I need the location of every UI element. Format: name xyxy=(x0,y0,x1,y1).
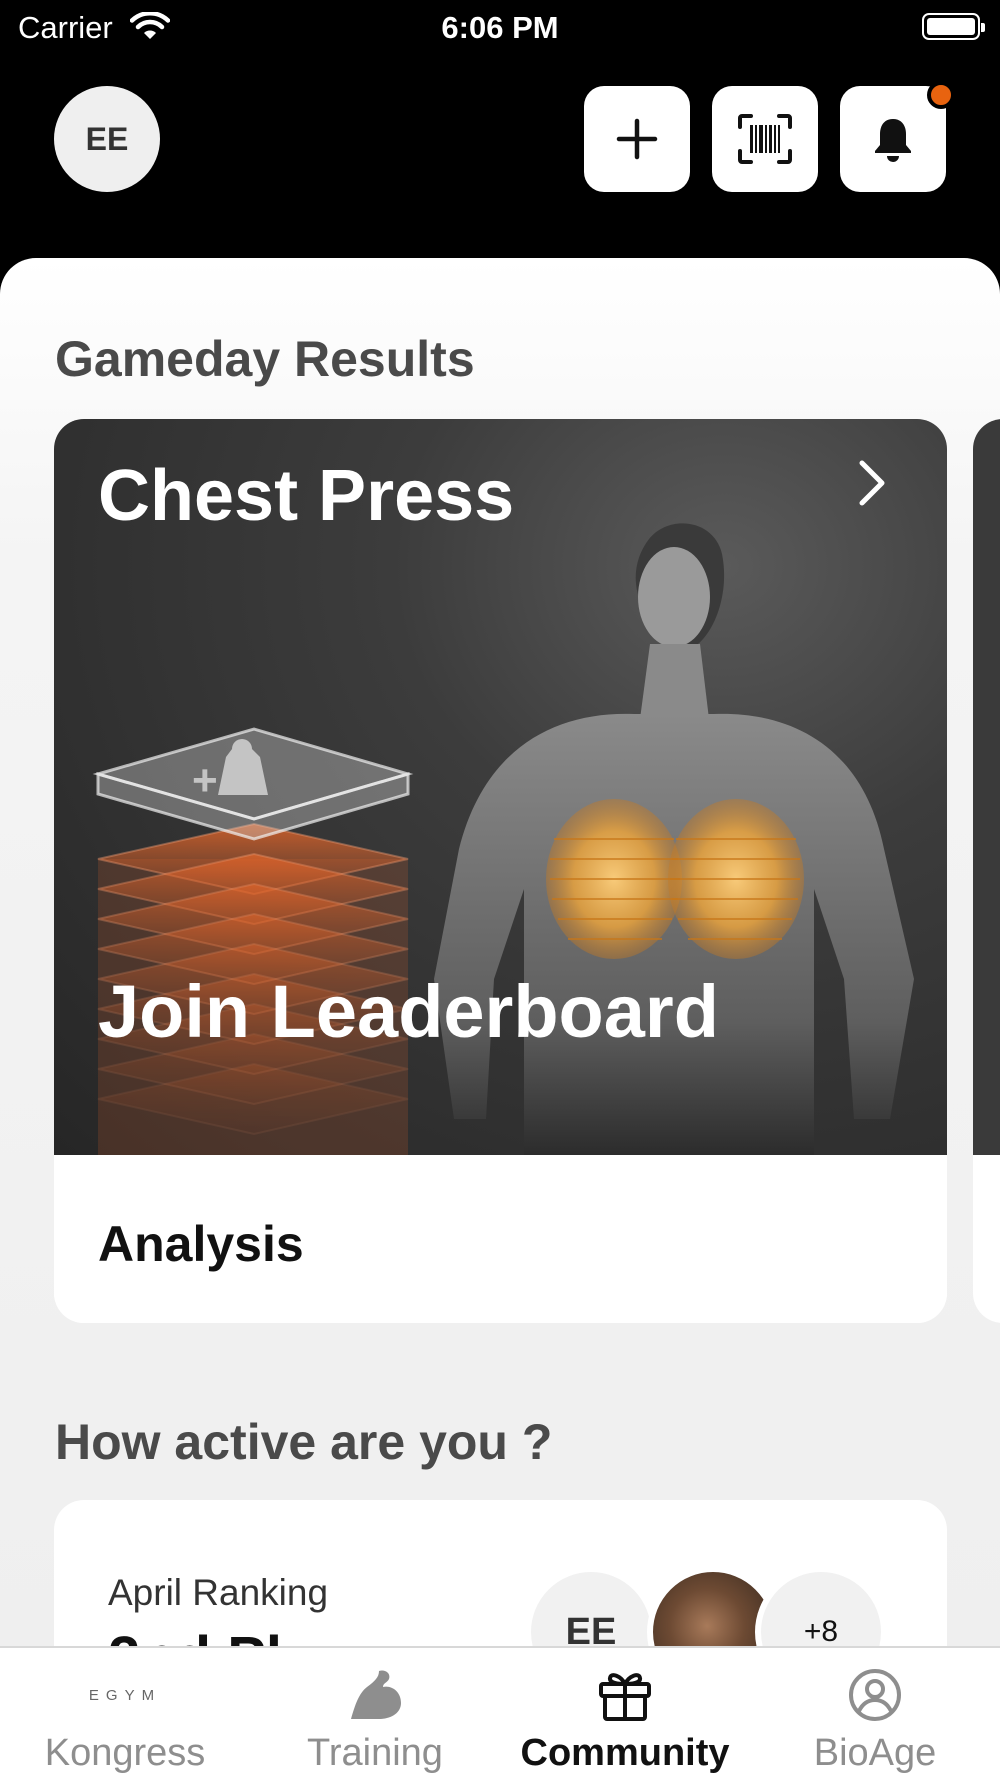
join-leaderboard-cta[interactable]: Join Leaderboard xyxy=(98,969,719,1054)
weight-stack-graphic: + xyxy=(92,727,414,1155)
more-members-count: +8 xyxy=(803,1615,839,1646)
gift-icon xyxy=(599,1673,651,1721)
battery-icon xyxy=(922,13,985,40)
gameday-section-title: Gameday Results xyxy=(55,331,475,387)
tab-bioage[interactable]: BioAge xyxy=(750,1648,1000,1778)
activity-ranking-card[interactable]: April Ranking 2nd Pl EE +8 xyxy=(54,1500,947,1646)
analysis-label: Analysis xyxy=(98,1216,304,1272)
avatar-initials: EE xyxy=(85,120,129,157)
tab-label-training: Training xyxy=(307,1732,443,1774)
status-time: 6:06 PM xyxy=(441,10,559,45)
member-initials: EE xyxy=(565,1610,617,1647)
bell-icon xyxy=(875,119,911,162)
scan-button[interactable] xyxy=(712,86,818,192)
athlete-figure xyxy=(434,523,914,1155)
card-footer[interactable]: Analysis xyxy=(54,1155,947,1323)
card-title: Chest Press xyxy=(98,456,515,536)
tab-label-kongress: Kongress xyxy=(44,1732,206,1774)
next-gameday-card-peek[interactable] xyxy=(973,419,1000,1323)
add-button[interactable] xyxy=(584,86,690,192)
card-hero-image: + Chest Press Join Leaderboard xyxy=(54,419,947,1155)
flexed-arm-icon xyxy=(351,1670,401,1719)
member-avatar-ee: EE xyxy=(525,1566,657,1646)
tab-label-community: Community xyxy=(520,1732,730,1774)
tab-training[interactable]: Training xyxy=(250,1648,500,1778)
tab-community[interactable]: Community xyxy=(500,1648,750,1778)
svg-text:+: + xyxy=(192,756,218,805)
status-bar: Carrier 6:06 PM xyxy=(0,0,1000,56)
tab-kongress[interactable]: EGYM Kongress xyxy=(0,1648,250,1778)
tab-bar: EGYM Kongress Training Community BioAge xyxy=(0,1646,1000,1778)
tab-label-bioage: BioAge xyxy=(813,1732,937,1774)
activity-section-title: How active are you ? xyxy=(55,1414,553,1470)
egym-logo: EGYM xyxy=(88,1686,162,1704)
chevron-right-icon[interactable] xyxy=(854,455,890,511)
gameday-card[interactable]: + Chest Press Join Leaderboard Analysis xyxy=(54,419,947,1323)
plus-icon xyxy=(616,118,658,160)
barcode-scan-icon xyxy=(738,114,792,164)
profile-avatar[interactable]: EE xyxy=(54,86,160,192)
ranking-value: 2nd Pl xyxy=(108,1624,282,1646)
notification-badge xyxy=(927,81,955,109)
main-content[interactable]: Gameday Results + Chest Press Join Leade… xyxy=(0,258,1000,1646)
more-members-badge: +8 xyxy=(755,1566,887,1646)
ranking-label: April Ranking xyxy=(108,1572,329,1613)
user-circle-icon xyxy=(849,1669,901,1721)
notifications-button[interactable] xyxy=(840,81,955,192)
